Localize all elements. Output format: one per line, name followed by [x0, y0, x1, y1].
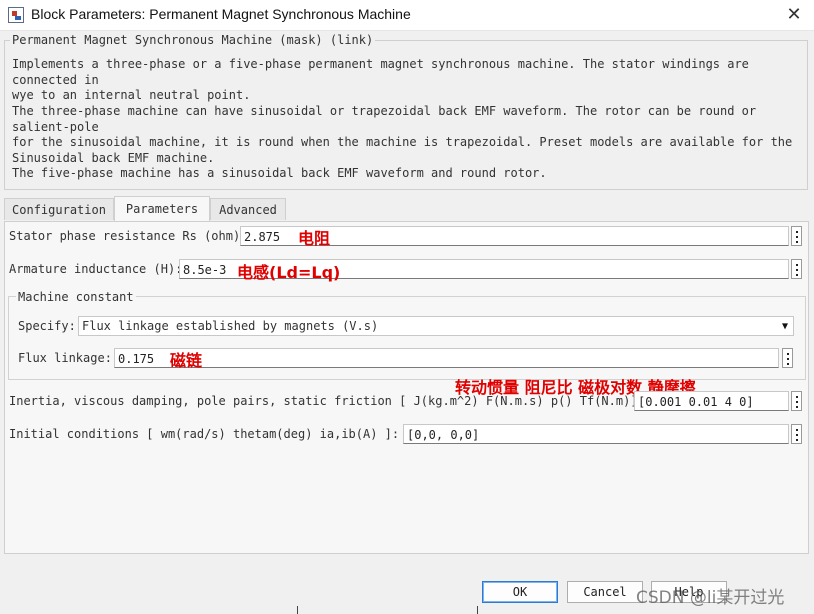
specify-label: Specify:	[18, 319, 76, 333]
flux-linkage-label: Flux linkage:	[18, 351, 112, 365]
stator-resistance-label: Stator phase resistance Rs (ohm):	[9, 229, 248, 243]
annotation-flux-linkage: 磁链	[170, 351, 203, 370]
annotation-resistance: 电阻	[298, 229, 331, 248]
flux-linkage-more-button[interactable]	[782, 348, 793, 368]
simulink-block-icon	[8, 7, 24, 23]
annotation-inductance: 电感(Ld=Lq)	[237, 263, 341, 282]
title-bar: Block Parameters: Permanent Magnet Synch…	[0, 0, 814, 31]
watermark-text: CSDN @li某开过光	[636, 588, 785, 608]
machine-constant-legend: Machine constant	[16, 290, 136, 304]
tab-advanced[interactable]: Advanced	[210, 198, 286, 220]
bottom-strip	[0, 606, 814, 614]
inertia-field[interactable]: [0.001 0.01 4 0]	[634, 391, 789, 411]
initial-conditions-more-button[interactable]	[791, 424, 802, 444]
armature-inductance-label: Armature inductance (H):	[9, 262, 183, 276]
tab-parameters[interactable]: Parameters	[114, 196, 210, 221]
stator-resistance-more-button[interactable]	[791, 226, 802, 246]
description-paragraph-2: The three-phase machine can have sinusoi…	[12, 104, 793, 165]
ok-button[interactable]: OK	[482, 581, 558, 603]
specify-selected-value: Flux linkage established by magnets (V.s…	[82, 319, 379, 333]
initial-conditions-label: Initial conditions [ wm(rad/s) thetam(de…	[9, 427, 400, 441]
inertia-more-button[interactable]	[791, 391, 802, 411]
close-button[interactable]: ✕	[774, 0, 814, 30]
flux-linkage-field[interactable]: 0.175	[114, 348, 779, 368]
cancel-button[interactable]: Cancel	[567, 581, 643, 603]
mask-title: Permanent Magnet Synchronous Machine (ma…	[10, 33, 376, 47]
description-paragraph-3: The five-phase machine has a sinusoidal …	[12, 166, 547, 180]
tab-configuration[interactable]: Configuration	[4, 198, 114, 220]
description-paragraph-1: Implements a three-phase or a five-phase…	[12, 57, 749, 102]
inertia-label: Inertia, viscous damping, pole pairs, st…	[9, 394, 645, 408]
chevron-down-icon: ▼	[781, 321, 788, 332]
armature-inductance-more-button[interactable]	[791, 259, 802, 279]
specify-dropdown[interactable]: Flux linkage established by magnets (V.s…	[78, 316, 794, 336]
initial-conditions-field[interactable]: [0,0, 0,0]	[403, 424, 789, 444]
window-title: Block Parameters: Permanent Magnet Synch…	[31, 6, 411, 22]
